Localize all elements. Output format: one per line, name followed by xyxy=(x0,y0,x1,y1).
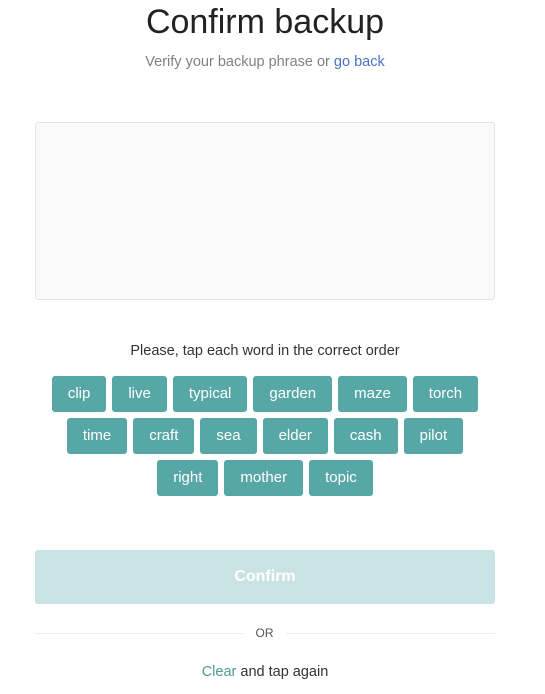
word-chip[interactable]: time xyxy=(66,418,128,454)
instruction-text: Please, tap each word in the correct ord… xyxy=(130,343,400,359)
clear-link[interactable]: Clear xyxy=(202,664,237,680)
subtitle-text: Verify your backup phrase or xyxy=(145,54,334,70)
word-chip[interactable]: topic xyxy=(309,460,373,496)
word-chip[interactable]: live xyxy=(112,376,167,412)
word-chip[interactable]: pilot xyxy=(403,418,464,454)
word-chip[interactable]: elder xyxy=(262,418,328,454)
word-chip[interactable]: sea xyxy=(200,418,257,454)
word-chip[interactable]: craft xyxy=(133,418,195,454)
go-back-link[interactable]: go back xyxy=(334,54,385,70)
word-chip[interactable]: cash xyxy=(333,418,398,454)
page-title: Confirm backup xyxy=(145,3,385,41)
word-row: time craft sea elder cash pilot xyxy=(66,418,464,454)
word-row: clip live typical garden maze torch xyxy=(51,376,479,412)
or-divider-label: OR xyxy=(255,626,274,640)
word-chip[interactable]: torch xyxy=(412,376,479,412)
word-picker: clip live typical garden maze torch time… xyxy=(30,376,500,496)
word-chip[interactable]: right xyxy=(157,460,219,496)
word-chip[interactable]: clip xyxy=(51,376,107,412)
clear-suffix-text: and tap again xyxy=(236,664,329,680)
word-chip[interactable]: garden xyxy=(253,376,333,412)
divider-line xyxy=(286,633,495,634)
word-chip[interactable]: typical xyxy=(172,376,248,412)
page-subtitle: Verify your backup phrase or go back xyxy=(0,53,530,71)
word-chip[interactable]: maze xyxy=(338,376,407,412)
divider-line xyxy=(35,633,243,634)
selected-phrase-area[interactable] xyxy=(35,122,495,300)
word-chip[interactable]: mother xyxy=(224,460,304,496)
confirm-button[interactable]: Confirm xyxy=(35,550,495,604)
clear-instruction: Clear and tap again xyxy=(0,663,530,681)
word-row: right mother topic xyxy=(157,460,373,496)
